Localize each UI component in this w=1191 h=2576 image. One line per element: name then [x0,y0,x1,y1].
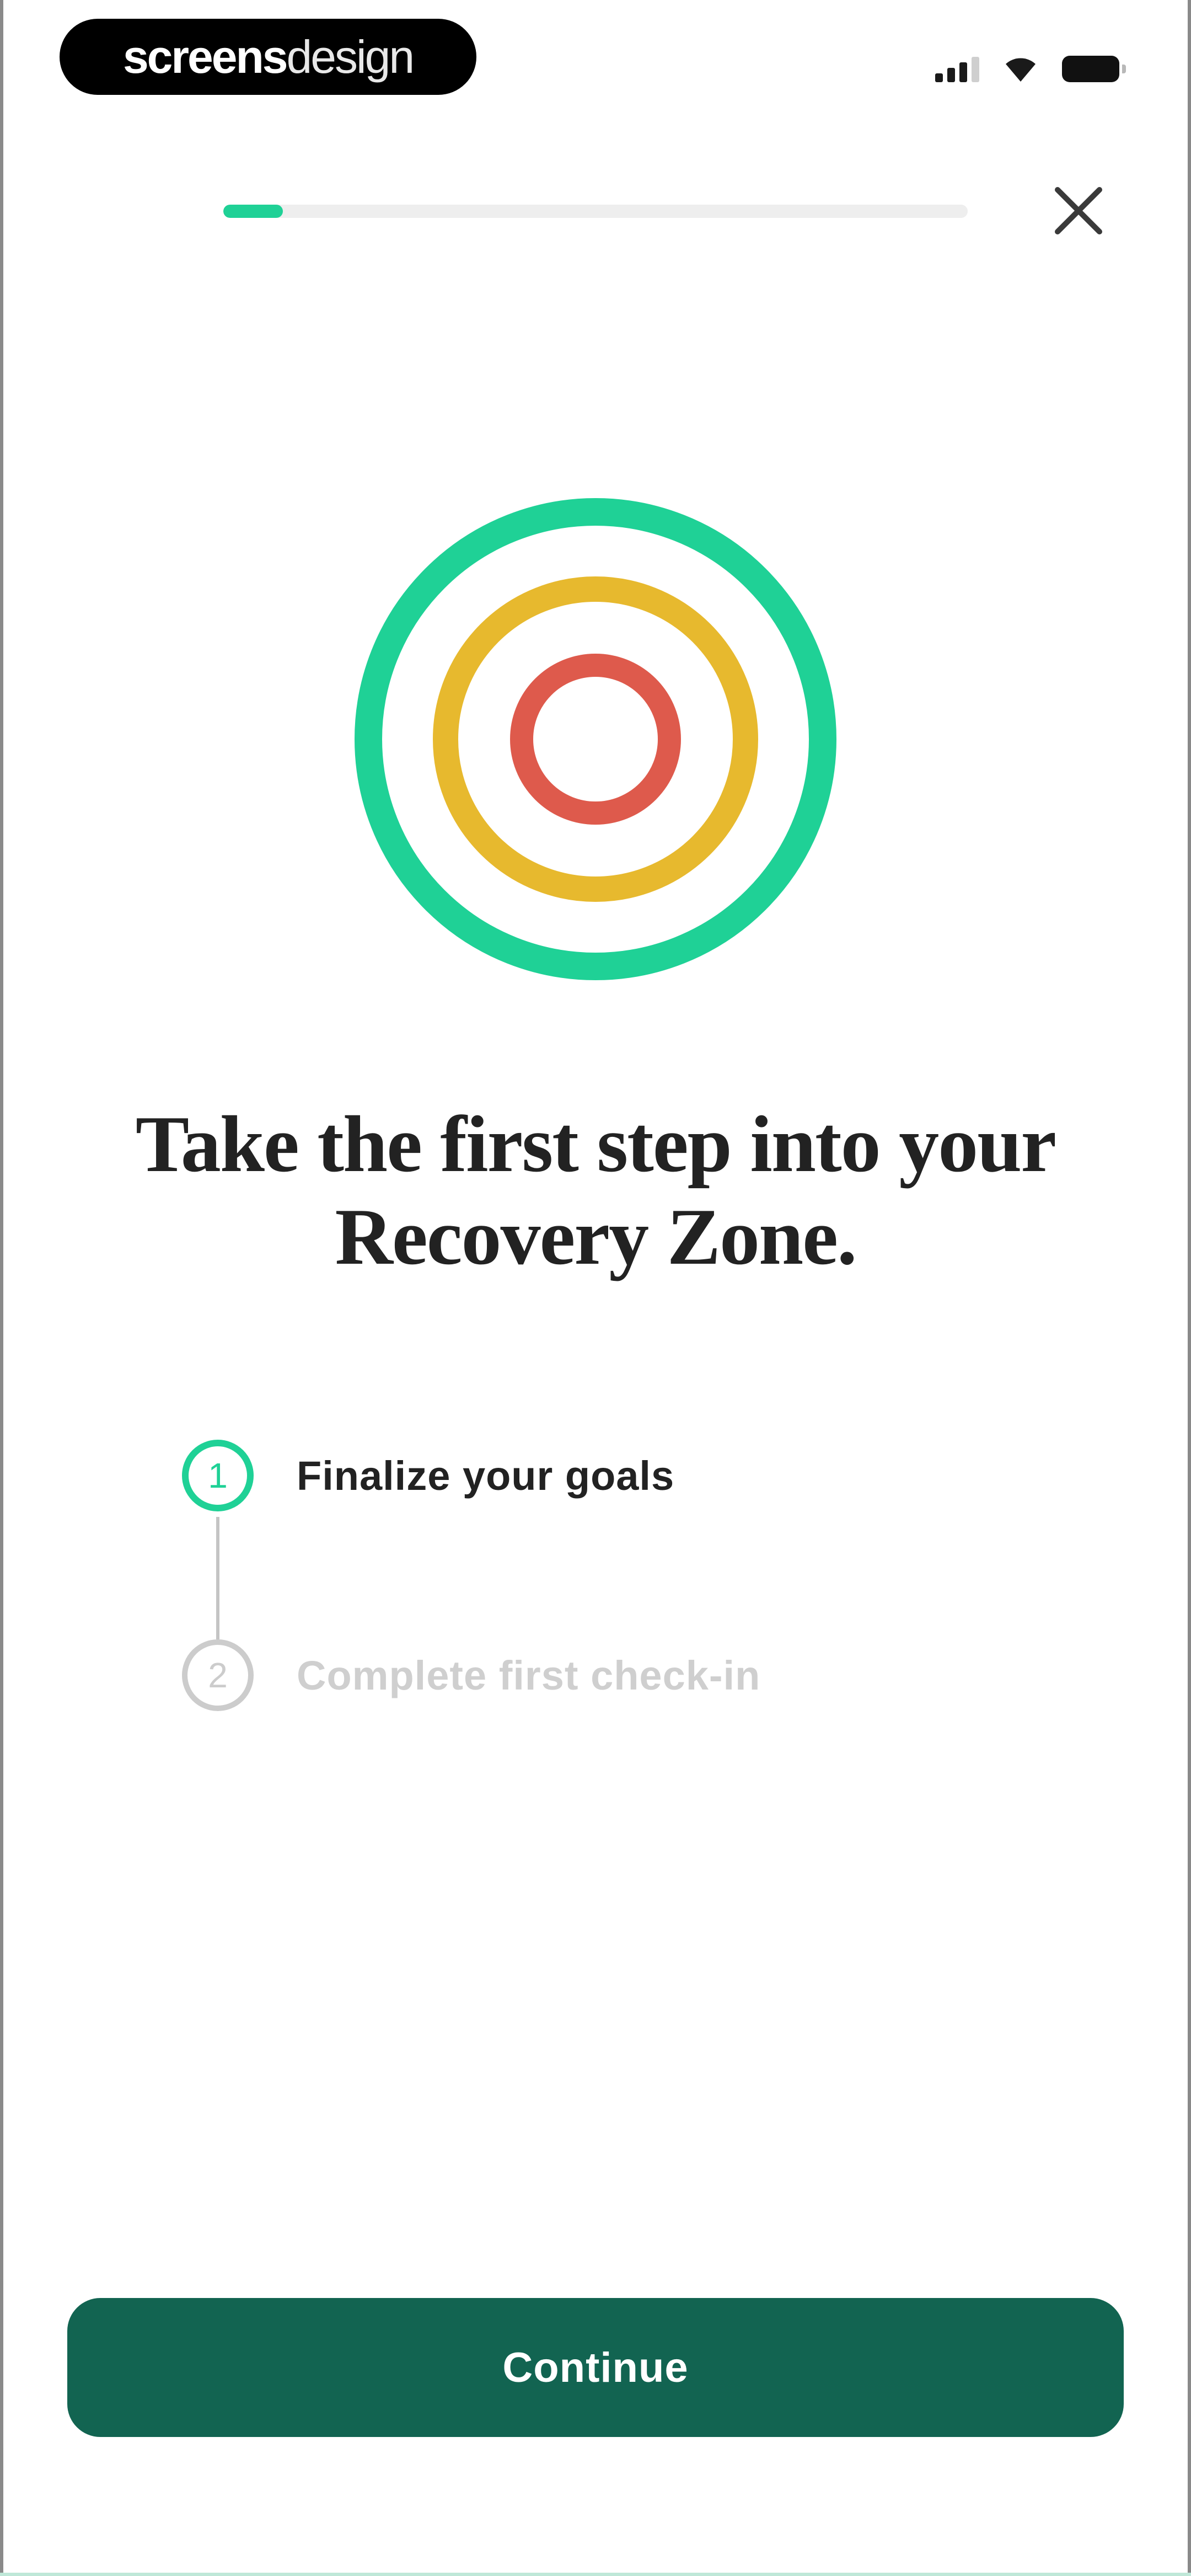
status-bar-icons [935,51,1126,87]
watermark-bold-text: screens [122,30,288,83]
step-number-badge: 2 [182,1639,254,1711]
target-middle-ring [433,576,758,902]
close-button[interactable] [1046,178,1111,243]
step-number-badge: 1 [182,1440,254,1511]
progress-fill [223,205,283,218]
step-item-finalize-goals: 1 Finalize your goals [176,1434,674,1517]
battery-icon [1062,56,1126,82]
close-icon [1055,187,1102,234]
page-title: Take the first step into your Recovery Z… [135,1099,1056,1281]
step-label: Finalize your goals [297,1452,675,1499]
onboarding-progress-bar [223,205,968,218]
wifi-icon [1006,58,1036,82]
watermark-light-text: design [286,30,415,83]
step-label: Complete first check-in [297,1652,761,1698]
continue-button[interactable]: Continue [67,2298,1124,2437]
onboarding-screen: screens design Take the first step into y… [0,0,1191,2576]
step-item-first-check-in: 2 Complete first check-in [176,1634,760,1717]
device-frame [0,0,1191,2576]
target-icon [355,498,836,980]
screensdesign-watermark: screens design [60,19,476,95]
target-inner-ring [510,654,681,825]
cellular-signal-icon [935,56,979,82]
step-connector-line [216,1517,219,1639]
bottom-edge-strip [0,2573,1191,2576]
